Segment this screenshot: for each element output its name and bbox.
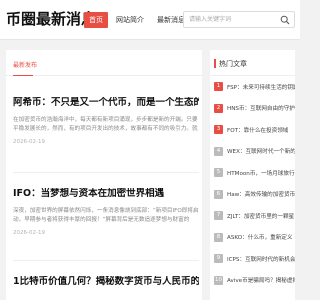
hot-articles-sidebar: 热门文章 1 FSP：未来可持续生活的钥匙 2 HNS币：互联网自由的守护者 3… bbox=[210, 50, 295, 300]
hot-article-item[interactable]: 8 ASKO：什么币，重新定义 bbox=[210, 227, 295, 249]
hot-article-title[interactable]: WEX：互联网时代一个新的 bbox=[227, 147, 295, 155]
section-title: 最新发布 bbox=[13, 62, 38, 69]
site-header: 币圈最新消息 首页 网站简介 最新消息 bbox=[0, 0, 300, 40]
hot-article-title[interactable]: ASKO：什么币，重新定义 bbox=[227, 233, 293, 241]
hot-article-item[interactable]: 4 WEX：互联网时代一个新的 bbox=[210, 141, 295, 163]
rank-badge: 5 bbox=[214, 168, 223, 178]
rank-badge: 7 bbox=[214, 211, 223, 221]
divider bbox=[13, 172, 199, 173]
latest-posts-panel: 最新发布 阿希币：不只是又一个代币，而是一个生态的讲述 在加密货币的浩瀚海洋中，… bbox=[6, 50, 202, 300]
hot-article-title[interactable]: HNS币：互联网自由的守护者 bbox=[227, 104, 295, 112]
rank-badge: 8 bbox=[214, 232, 223, 242]
rank-badge: 3 bbox=[214, 125, 223, 135]
hot-article-title[interactable]: FSP：未来可持续生活的钥匙 bbox=[227, 83, 295, 91]
sidebar-accent-bar bbox=[214, 59, 216, 68]
article-title[interactable]: 阿希币：不只是又一个代币，而是一个生态的讲述 bbox=[13, 97, 199, 109]
article-item: 阿希币：不只是又一个代币，而是一个生态的讲述 在加密货币的浩瀚海洋中，每天都有新… bbox=[13, 97, 199, 145]
hot-article-title[interactable]: FOT：靠什么在投资领域 bbox=[227, 126, 288, 134]
hot-article-item[interactable]: 3 FOT：靠什么在投资领域 bbox=[210, 119, 295, 141]
rank-badge: 2 bbox=[214, 103, 223, 113]
sidebar-header: 热门文章 bbox=[210, 50, 295, 76]
divider bbox=[13, 260, 199, 261]
rank-badge: 4 bbox=[214, 146, 223, 156]
hot-article-item[interactable]: 5 HTMoon币，一场月球旅行 bbox=[210, 162, 295, 184]
search-box bbox=[183, 11, 295, 28]
hot-article-item[interactable]: 7 ZJLT：加密货币里的一颗星 bbox=[210, 205, 295, 227]
hot-article-item[interactable]: 9 ICPS：互联网时代的新机会 bbox=[210, 248, 295, 270]
nav-item-about[interactable]: 网站简介 bbox=[111, 12, 149, 28]
hot-article-title[interactable]: ICPS：互联网时代的新机会 bbox=[227, 255, 295, 263]
hot-article-title[interactable]: Haw：高效传输的加密货币 bbox=[227, 190, 295, 198]
article-item: 1比特币价值几何？揭秘数字货币与人民币的实时汇率之谜 bbox=[13, 276, 199, 288]
search-icon[interactable] bbox=[280, 15, 290, 25]
article-date: 2026-02-19 bbox=[13, 230, 45, 236]
hot-article-title[interactable]: Avive币是骗局吗？揭秘虚拟币 bbox=[227, 276, 295, 284]
article-title[interactable]: IFO：当梦想与资本在加密世界相遇 bbox=[13, 188, 199, 200]
rank-badge: 10 bbox=[214, 275, 223, 285]
article-excerpt: 在加密货币的浩瀚海洋中，每天都有新项目涌现，步步都是新的开端。只要平稳发展长的，… bbox=[13, 117, 198, 132]
site-logo[interactable]: 币圈最新消息 bbox=[6, 8, 96, 29]
hot-article-item[interactable]: 1 FSP：未来可持续生活的钥匙 bbox=[210, 76, 295, 98]
article-title[interactable]: 1比特币价值几何？揭秘数字货币与人民币的实时汇率之谜 bbox=[13, 276, 199, 288]
rank-badge: 1 bbox=[214, 82, 223, 92]
rank-badge: 6 bbox=[214, 189, 223, 199]
article-excerpt: 深夜，加密世界的屏幕依然闪烁，一条消息像烧到底部：“新项目IFO即将启动，早期参… bbox=[13, 208, 199, 223]
section-underline bbox=[13, 75, 33, 76]
hot-article-title[interactable]: ZJLT：加密货币里的一颗星 bbox=[227, 212, 294, 220]
article-date: 2026-02-19 bbox=[13, 139, 45, 145]
hot-article-item[interactable]: 2 HNS币：互联网自由的守护者 bbox=[210, 98, 295, 120]
article-item: IFO：当梦想与资本在加密世界相遇 深夜，加密世界的屏幕依然闪烁，一条消息像烧到… bbox=[13, 188, 199, 236]
rank-badge: 9 bbox=[214, 254, 223, 264]
hot-article-item[interactable]: 10 Avive币是骗局吗？揭秘虚拟币 bbox=[210, 270, 295, 292]
main-nav: 首页 网站简介 最新消息 bbox=[84, 12, 193, 28]
hot-article-list: 1 FSP：未来可持续生活的钥匙 2 HNS币：互联网自由的守护者 3 FOT：… bbox=[210, 76, 295, 291]
hot-article-item[interactable]: 6 Haw：高效传输的加密货币 bbox=[210, 184, 295, 206]
section-header: 最新发布 bbox=[6, 50, 202, 76]
sidebar-title: 热门文章 bbox=[219, 60, 247, 68]
nav-item-home[interactable]: 首页 bbox=[84, 12, 108, 28]
search-input[interactable] bbox=[184, 12, 278, 27]
hot-article-title[interactable]: HTMoon币，一场月球旅行 bbox=[227, 169, 295, 177]
